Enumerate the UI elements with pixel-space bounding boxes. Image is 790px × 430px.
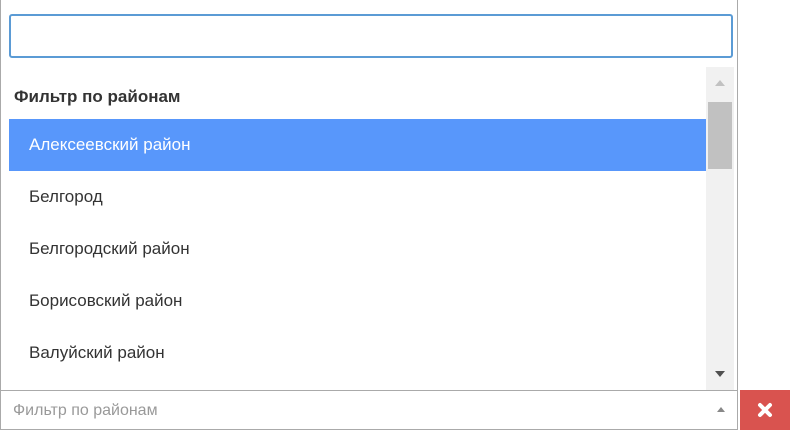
option-valuysky[interactable]: Валуйский район [9,327,706,379]
search-input[interactable] [9,14,733,58]
option-alekseevsky[interactable]: Алексеевский район [9,119,706,171]
option-belgorodsky[interactable]: Белгородский район [9,223,706,275]
clear-button[interactable] [740,390,790,430]
results-scrollbar[interactable] [706,67,734,390]
option-borisovsky[interactable]: Борисовский район [9,275,706,327]
search-wrapper [9,14,733,58]
caret-up-icon [717,407,725,412]
district-select[interactable]: Фильтр по районам [0,390,738,430]
option-belgorod[interactable]: Белгород [9,171,706,223]
scroll-up-arrow-icon[interactable] [706,67,734,95]
filter-page: Фильтр по районам Алексеевский район Бел… [0,0,790,430]
scroll-thumb[interactable] [708,102,732,169]
group-label: Фильтр по районам [14,87,181,106]
scroll-down-arrow-icon[interactable] [706,362,734,390]
dropdown-panel: Фильтр по районам Алексеевский район Бел… [0,0,738,392]
close-icon [758,403,772,417]
select-placeholder: Фильтр по районам [13,402,158,419]
results-list: Фильтр по районам Алексеевский район Бел… [9,67,706,390]
